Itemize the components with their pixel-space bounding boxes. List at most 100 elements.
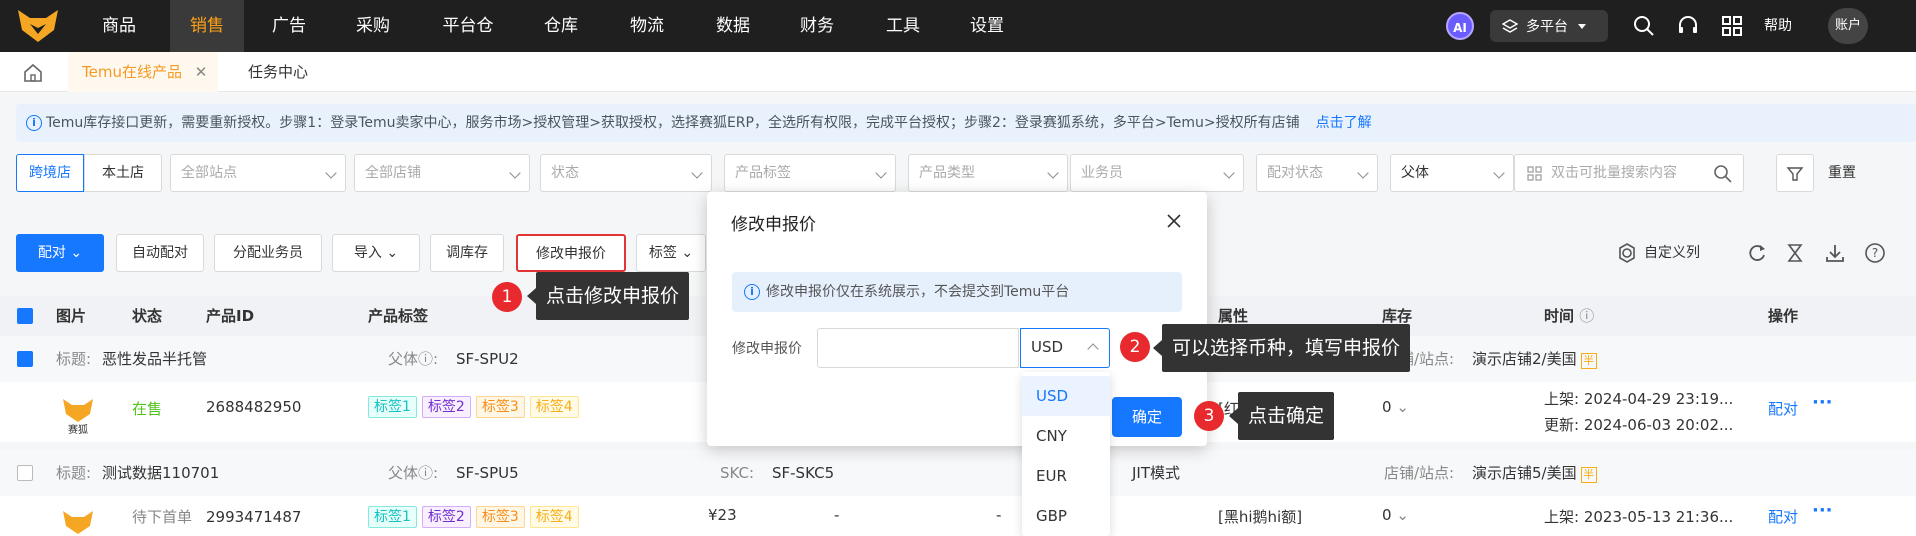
- time-label: 时间: [1544, 307, 1575, 325]
- step-callout: 点击确定: [1228, 392, 1335, 440]
- select-all-checkbox[interactable]: [17, 308, 33, 324]
- title-label: 标题:: [56, 350, 92, 368]
- import-label: 导入: [353, 245, 382, 261]
- assign-salesperson-button[interactable]: 分配业务员: [214, 234, 322, 272]
- nav-item-platform-warehouse[interactable]: 平台仓: [428, 0, 508, 52]
- tab-task-center[interactable]: 任务中心: [248, 52, 328, 92]
- row-checkbox[interactable]: [17, 465, 33, 481]
- more-actions-icon[interactable]: ···: [1812, 500, 1833, 521]
- notice-learn-more-link[interactable]: 点击了解: [1316, 115, 1372, 131]
- declared-price: ¥23: [708, 506, 737, 524]
- declared-price-input[interactable]: [817, 328, 1019, 368]
- product-tag-select-value: 产品标签: [735, 165, 791, 181]
- caret-down-icon: [1578, 24, 1586, 29]
- nav-item-sales[interactable]: 销售: [170, 0, 244, 52]
- pair-action-link[interactable]: 配对: [1768, 398, 1798, 419]
- search-icon[interactable]: [1713, 164, 1733, 184]
- parent-label: 父体ⓘ:: [388, 350, 439, 368]
- nav-item-purchase[interactable]: 采购: [338, 0, 408, 52]
- more-actions-icon[interactable]: ···: [1812, 392, 1833, 413]
- layers-icon: [1502, 19, 1518, 33]
- pair-action-link[interactable]: 配对: [1768, 506, 1798, 527]
- chevron-down-icon: [325, 167, 337, 179]
- step-number-badge: 3: [1194, 401, 1224, 431]
- product-id: 2688482950: [206, 398, 302, 416]
- nav-item-tools[interactable]: 工具: [868, 0, 938, 52]
- product-type-select[interactable]: 产品类型: [908, 154, 1068, 192]
- match-status-select[interactable]: 配对状态: [1256, 154, 1378, 192]
- nav-item-ads[interactable]: 广告: [254, 0, 324, 52]
- apps-grid-icon[interactable]: [1720, 14, 1744, 38]
- help-circle-icon[interactable]: ?: [1864, 242, 1886, 264]
- notice-banner: i Temu库存接口更新，需要重新授权。步骤1：登录Temu卖家中心，服务市场>…: [16, 104, 1916, 142]
- nav-item-data[interactable]: 数据: [698, 0, 768, 52]
- import-dropdown-button[interactable]: 导入 ⌄: [332, 234, 420, 272]
- search-icon[interactable]: [1632, 14, 1656, 38]
- site-select[interactable]: 全部站点: [170, 154, 346, 192]
- col-header-image: 图片: [56, 307, 87, 325]
- stock-number: 0: [1382, 398, 1392, 416]
- currency-option-gbp[interactable]: GBP: [1022, 496, 1110, 536]
- product-thumbnail[interactable]: 赛狐: [60, 396, 96, 436]
- currency-select[interactable]: USD: [1020, 328, 1110, 368]
- tab-label: Temu在线产品: [82, 63, 182, 81]
- batch-search-input[interactable]: 双击可批量搜索内容: [1514, 154, 1744, 192]
- declared-price-label: 修改申报价: [732, 341, 802, 357]
- home-icon[interactable]: [22, 62, 44, 84]
- parent-select[interactable]: 父体: [1390, 154, 1514, 192]
- nav-item-logistics[interactable]: 物流: [612, 0, 682, 52]
- pair-dropdown-button[interactable]: 配对 ⌄: [16, 234, 104, 272]
- hourglass-icon[interactable]: [1784, 242, 1806, 264]
- status-select[interactable]: 状态: [540, 154, 712, 192]
- close-icon[interactable]: [1165, 212, 1183, 230]
- headset-icon[interactable]: [1676, 14, 1700, 38]
- chevron-down-icon: ⌄: [1396, 398, 1409, 416]
- fox-logo-icon[interactable]: [16, 8, 60, 44]
- stock-number: 0: [1382, 506, 1392, 524]
- currency-option-eur[interactable]: EUR: [1022, 456, 1110, 496]
- shop-site-label: 店铺/站点:: [1384, 464, 1455, 482]
- local-shop-toggle[interactable]: 本土店: [84, 154, 162, 192]
- currency-option-cny[interactable]: CNY: [1022, 416, 1110, 456]
- tag-dropdown-button[interactable]: 标签 ⌄: [636, 234, 706, 272]
- attributes-value: [黑hi鹅hi额]: [1218, 508, 1303, 526]
- dialog-title: 修改申报价: [731, 215, 816, 235]
- confirm-button[interactable]: 确定: [1112, 397, 1182, 437]
- custom-columns-button[interactable]: 自定义列: [1644, 234, 1700, 272]
- product-thumbnail[interactable]: 赛狐: [60, 508, 96, 536]
- product-tag-select[interactable]: 产品标签: [724, 154, 896, 192]
- download-icon[interactable]: [1824, 242, 1846, 264]
- close-icon[interactable]: ✕: [195, 63, 208, 81]
- nav-item-settings[interactable]: 设置: [952, 0, 1022, 52]
- account-avatar[interactable]: 账户: [1828, 8, 1868, 44]
- reset-button[interactable]: 重置: [1828, 154, 1856, 192]
- stock-value[interactable]: 0 ⌄: [1382, 506, 1409, 524]
- nav-item-products[interactable]: 商品: [86, 0, 152, 52]
- platform-switcher[interactable]: 多平台: [1490, 10, 1608, 42]
- salesperson-select[interactable]: 业务员: [1070, 154, 1244, 192]
- ai-assistant-button[interactable]: AI: [1446, 12, 1474, 40]
- shop-select[interactable]: 全部店铺: [354, 154, 530, 192]
- refresh-icon[interactable]: [1746, 242, 1768, 264]
- table-row: 赛狐 待下首单 2993471487 标签1标签2标签3标签4 ¥23 - - …: [0, 496, 1916, 536]
- settings-icon[interactable]: [1616, 242, 1638, 264]
- nav-item-finance[interactable]: 财务: [782, 0, 852, 52]
- currency-option-usd[interactable]: USD: [1022, 376, 1110, 416]
- semi-managed-badge: 半: [1580, 467, 1597, 483]
- step-number-badge: 1: [492, 282, 522, 312]
- product-id: 2993471487: [206, 508, 302, 526]
- edit-declared-price-button[interactable]: 修改申报价: [516, 234, 626, 272]
- stock-value[interactable]: 0 ⌄: [1382, 398, 1409, 416]
- auto-pair-button[interactable]: 自动配对: [116, 234, 204, 272]
- product-type-select-value: 产品类型: [919, 165, 975, 181]
- nav-item-warehouse[interactable]: 仓库: [526, 0, 596, 52]
- cross-border-shop-toggle[interactable]: 跨境店: [16, 154, 84, 192]
- adjust-stock-button[interactable]: 调库存: [430, 234, 504, 272]
- row-checkbox[interactable]: [17, 351, 33, 367]
- tab-temu-online-products[interactable]: Temu在线产品 ✕: [68, 52, 218, 92]
- help-link[interactable]: 帮助: [1764, 0, 1792, 52]
- parent-sku: SF-SPU2: [456, 350, 519, 368]
- skc-label: SKC:: [720, 464, 755, 482]
- filter-button[interactable]: [1776, 154, 1814, 192]
- chevron-down-icon: [1357, 167, 1369, 179]
